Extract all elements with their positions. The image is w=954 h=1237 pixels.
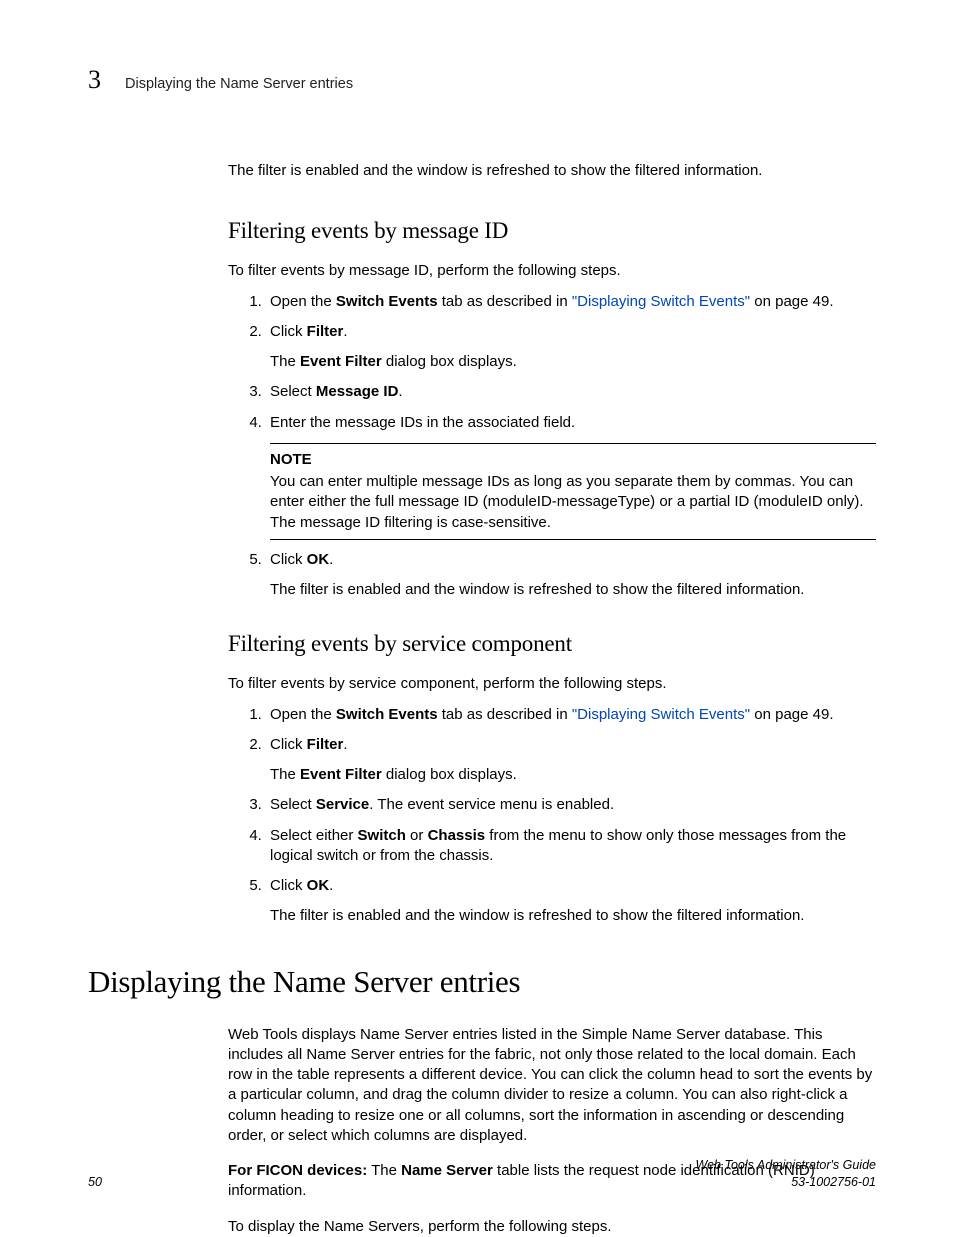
step-text: The (270, 353, 300, 370)
step-2: Click Filter. The Event Filter dialog bo… (266, 735, 876, 786)
page-footer: 50 Web Tools Administrator's Guide 53-10… (88, 1157, 876, 1191)
step-text: Select (270, 796, 316, 813)
step-5: Click OK. The filter is enabled and the … (266, 550, 876, 601)
section1-steps: Open the Switch Events tab as described … (228, 292, 876, 601)
step-text: The (270, 766, 300, 783)
step-text: The filter is enabled and the window is … (270, 581, 804, 598)
step-1: Open the Switch Events tab as described … (266, 292, 876, 312)
step-text: Click (270, 736, 307, 753)
section1-intro: To filter events by message ID, perform … (228, 261, 876, 281)
section2-intro: To filter events by service component, p… (228, 674, 876, 694)
step-text: Click (270, 323, 307, 340)
step-text: Open the (270, 293, 336, 310)
step-5: Click OK. The filter is enabled and the … (266, 876, 876, 927)
step-text: . (343, 736, 347, 753)
step-text: on page 49. (750, 293, 833, 310)
step-text: The filter is enabled and the window is … (270, 907, 804, 924)
step-3: Select Service. The event service menu i… (266, 795, 876, 815)
bold-text: Chassis (428, 827, 486, 844)
step-text: Select (270, 383, 316, 400)
step-text: dialog box displays. (382, 353, 517, 370)
step-text: . (398, 383, 402, 400)
running-header-title: Displaying the Name Server entries (125, 75, 353, 95)
step-text: Click (270, 551, 307, 568)
step-2: Click Filter. The Event Filter dialog bo… (266, 322, 876, 373)
note-body: You can enter multiple message IDs as lo… (270, 472, 876, 533)
step-text: Select either (270, 827, 358, 844)
page-header: 3 Displaying the Name Server entries (88, 62, 876, 97)
step-text: Click (270, 877, 307, 894)
step-text: or (406, 827, 428, 844)
step-3: Select Message ID. (266, 382, 876, 402)
step-1: Open the Switch Events tab as described … (266, 705, 876, 725)
section-heading-filter-by-message-id: Filtering events by message ID (228, 215, 876, 246)
previous-section-result: The filter is enabled and the window is … (228, 161, 876, 181)
page-number: 50 (88, 1174, 102, 1191)
footer-doc-id: 53-1002756-01 (791, 1175, 876, 1189)
step-text: Enter the message IDs in the associated … (270, 414, 575, 431)
body-paragraph-1: Web Tools displays Name Server entries l… (228, 1025, 876, 1147)
step-substep: The Event Filter dialog box displays. (270, 352, 876, 372)
step-substep: The filter is enabled and the window is … (270, 580, 876, 600)
note-title: NOTE (270, 450, 876, 470)
bold-text: Switch Events (336, 706, 438, 723)
step-text: on page 49. (750, 706, 833, 723)
cross-reference-link[interactable]: "Displaying Switch Events" (572, 706, 750, 723)
chapter-number: 3 (88, 62, 101, 97)
bold-text: Filter (307, 736, 344, 753)
step-text: . (329, 877, 333, 894)
footer-guide-title: Web Tools Administrator's Guide (696, 1158, 876, 1172)
bold-text: Filter (307, 323, 344, 340)
footer-doc-info: Web Tools Administrator's Guide 53-10027… (696, 1157, 876, 1191)
section-heading-filter-by-service: Filtering events by service component (228, 628, 876, 659)
step-substep: The Event Filter dialog box displays. (270, 765, 876, 785)
section2-steps: Open the Switch Events tab as described … (228, 705, 876, 927)
step-text: dialog box displays. (382, 766, 517, 783)
bold-text: Event Filter (300, 353, 382, 370)
step-4: Enter the message IDs in the associated … (266, 413, 876, 540)
bold-text: Switch (358, 827, 406, 844)
step-4: Select either Switch or Chassis from the… (266, 826, 876, 867)
step-text: tab as described in (438, 293, 572, 310)
note-callout: NOTE You can enter multiple message IDs … (270, 443, 876, 540)
bold-text: Event Filter (300, 766, 382, 783)
bold-text: Message ID (316, 383, 399, 400)
bold-text: Switch Events (336, 293, 438, 310)
step-text: . (329, 551, 333, 568)
bold-text: Service (316, 796, 369, 813)
step-substep: The filter is enabled and the window is … (270, 906, 876, 926)
cross-reference-link[interactable]: "Displaying Switch Events" (572, 293, 750, 310)
body-paragraph-3: To display the Name Servers, perform the… (228, 1217, 876, 1237)
step-text: . (343, 323, 347, 340)
bold-text: OK (307, 877, 330, 894)
main-heading-name-server: Displaying the Name Server entries (88, 961, 876, 1003)
bold-text: OK (307, 551, 330, 568)
step-text: Open the (270, 706, 336, 723)
step-text: . The event service menu is enabled. (369, 796, 614, 813)
step-text: tab as described in (438, 706, 572, 723)
